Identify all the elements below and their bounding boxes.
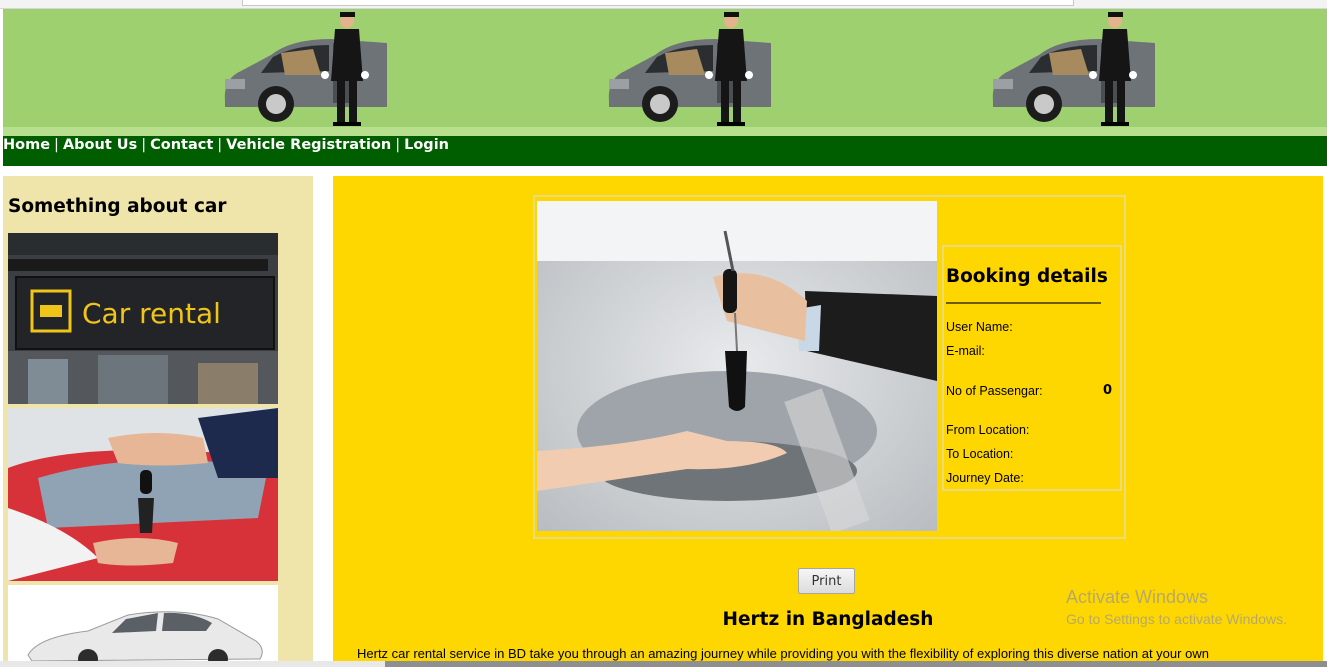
nav-separator: | bbox=[395, 137, 401, 153]
booking-to-location-row: To Location: bbox=[946, 447, 1013, 461]
nav-links: Home | About Us | Contact | Vehicle Registrati… bbox=[3, 137, 449, 153]
nav-bar: Home | About Us | Contact | Vehicle Registrati… bbox=[3, 136, 1327, 166]
scrollbar-thumb[interactable] bbox=[0, 661, 385, 667]
chauffeur-car-image bbox=[221, 9, 391, 136]
nav-separator: | bbox=[54, 137, 59, 153]
from-location-label: From Location: bbox=[946, 423, 1030, 437]
key-handover-hero-image bbox=[537, 201, 937, 531]
section-text: Hertz car rental service in BD take you … bbox=[357, 646, 1209, 661]
booking-passenger-row: No of Passengar: 0 bbox=[946, 383, 1112, 398]
header-banner bbox=[3, 9, 1327, 136]
booking-frame: Booking details User Name: E-mail: No of… bbox=[533, 195, 1126, 539]
to-location-label: To Location: bbox=[946, 447, 1014, 461]
horizontal-scrollbar[interactable] bbox=[0, 661, 1327, 667]
chauffeur-car-image bbox=[605, 9, 775, 136]
key-handover-image bbox=[8, 408, 278, 581]
booking-from-location-row: From Location: bbox=[946, 423, 1029, 437]
car-rental-sign-image: Car rental bbox=[8, 233, 278, 404]
journey-date-label: Journey Date: bbox=[946, 471, 1024, 485]
nav-home-link[interactable]: Home bbox=[3, 137, 50, 153]
print-button[interactable]: Print bbox=[798, 568, 855, 594]
sidebar: Something about car Car rental bbox=[3, 176, 313, 667]
booking-email-row: E-mail: bbox=[946, 344, 985, 358]
booking-user-name-row: User Name: bbox=[946, 320, 1013, 334]
booking-details-panel: Booking details User Name: E-mail: No of… bbox=[942, 245, 1122, 491]
sidebar-title: Something about car bbox=[8, 196, 227, 217]
passenger-count-value: 0 bbox=[1103, 383, 1113, 398]
nav-separator: | bbox=[141, 137, 147, 153]
chauffeur-car-image bbox=[989, 9, 1159, 136]
email-label: E-mail: bbox=[946, 344, 985, 358]
user-name-label: User Name: bbox=[946, 320, 1013, 334]
svg-text:Car rental: Car rental bbox=[82, 297, 221, 330]
activate-windows-subtitle: Go to Settings to activate Windows. bbox=[1066, 611, 1287, 627]
nav-vehicle-registration-link[interactable]: Vehicle Registration bbox=[226, 137, 391, 153]
booking-title-underline bbox=[946, 302, 1101, 304]
nav-separator: | bbox=[217, 137, 223, 153]
white-car-image bbox=[8, 585, 278, 667]
passenger-count-label: No of Passengar: bbox=[946, 384, 1043, 398]
nav-contact-link[interactable]: Contact bbox=[150, 137, 213, 153]
nav-about-link[interactable]: About Us bbox=[63, 137, 137, 153]
activate-windows-title: Activate Windows bbox=[1066, 587, 1209, 607]
nav-login-link[interactable]: Login bbox=[404, 137, 449, 153]
browser-top-strip bbox=[0, 0, 1327, 9]
booking-title: Booking details bbox=[946, 266, 1108, 287]
booking-journey-date-row: Journey Date: bbox=[946, 471, 1024, 485]
address-bar[interactable] bbox=[242, 0, 1074, 6]
